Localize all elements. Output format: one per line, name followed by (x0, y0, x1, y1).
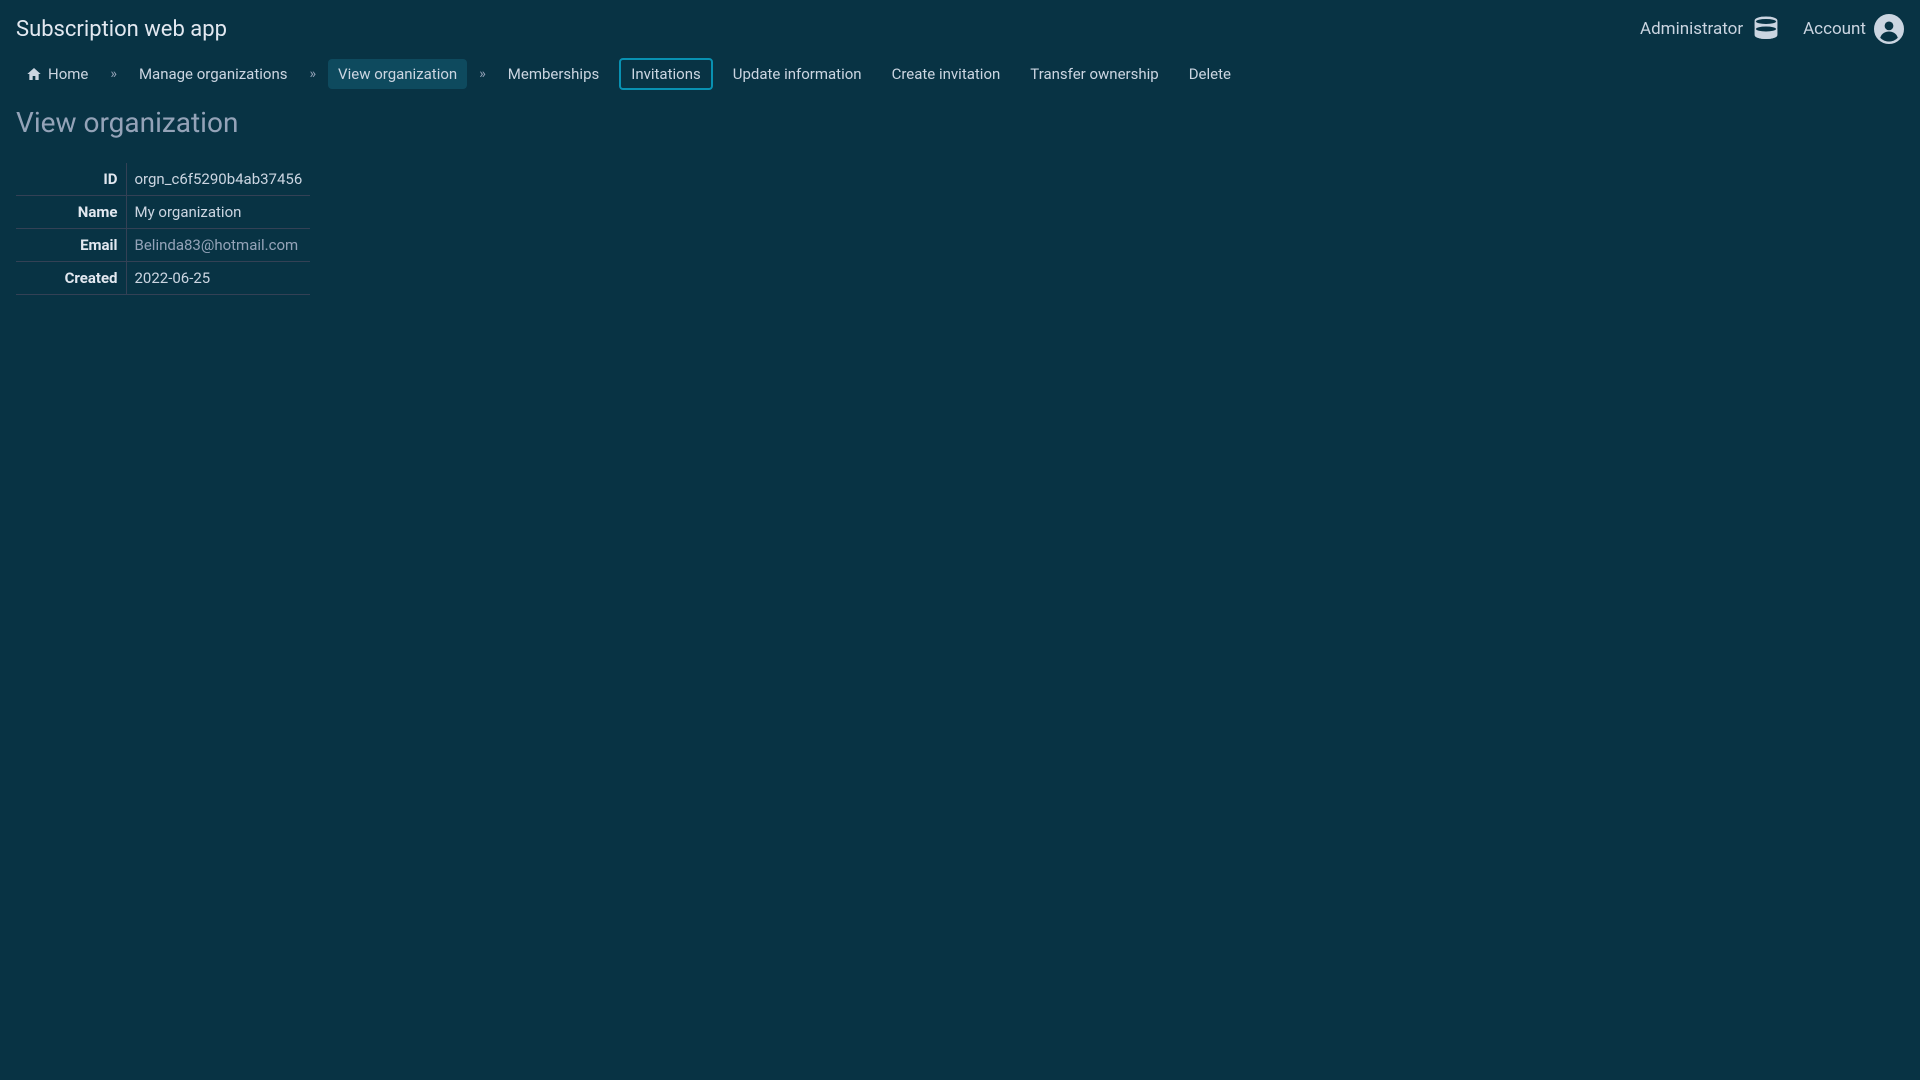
nav-transfer-ownership-label: Transfer ownership (1030, 65, 1158, 83)
detail-label-created: Created (16, 262, 126, 295)
breadcrumb-separator: » (477, 66, 488, 82)
header: Subscription web app Administrator Accou… (0, 0, 1920, 54)
detail-label-name: Name (16, 196, 126, 229)
user-circle-icon (1874, 14, 1904, 44)
nav-manage-organizations-label: Manage organizations (139, 65, 288, 83)
nav-home-label: Home (48, 65, 88, 83)
organization-details-table: ID orgn_c6f5290b4ab37456 Name My organiz… (16, 163, 310, 295)
nav-home[interactable]: Home (16, 59, 98, 89)
detail-row-created: Created 2022-06-25 (16, 262, 310, 295)
breadcrumb-separator: » (307, 66, 318, 82)
detail-row-id: ID orgn_c6f5290b4ab37456 (16, 163, 310, 196)
nav-view-organization[interactable]: View organization (328, 59, 467, 89)
nav-update-information[interactable]: Update information (723, 59, 872, 89)
nav-invitations[interactable]: Invitations (619, 58, 712, 90)
home-icon (26, 66, 42, 82)
nav-delete[interactable]: Delete (1179, 59, 1241, 89)
nav-transfer-ownership[interactable]: Transfer ownership (1020, 59, 1168, 89)
database-icon (1751, 14, 1781, 44)
detail-value-id: orgn_c6f5290b4ab37456 (126, 163, 310, 196)
nav-create-invitation[interactable]: Create invitation (882, 59, 1011, 89)
detail-value-name: My organization (126, 196, 310, 229)
app-title: Subscription web app (16, 17, 227, 42)
administrator-link[interactable]: Administrator (1640, 14, 1781, 44)
nav-bar: Home » Manage organizations » View organ… (0, 54, 1920, 100)
account-label: Account (1803, 19, 1866, 39)
nav-create-invitation-label: Create invitation (892, 65, 1001, 83)
detail-value-created: 2022-06-25 (126, 262, 310, 295)
detail-label-email: Email (16, 229, 126, 262)
nav-view-organization-label: View organization (338, 65, 457, 83)
nav-memberships[interactable]: Memberships (498, 59, 609, 89)
account-link[interactable]: Account (1803, 14, 1904, 44)
nav-invitations-label: Invitations (631, 65, 700, 83)
detail-row-email: Email Belinda83@hotmail.com (16, 229, 310, 262)
header-right: Administrator Account (1640, 14, 1904, 44)
detail-row-name: Name My organization (16, 196, 310, 229)
breadcrumb-separator: » (108, 66, 119, 82)
detail-value-email: Belinda83@hotmail.com (126, 229, 310, 262)
nav-delete-label: Delete (1189, 65, 1231, 83)
page-title: View organization (16, 106, 1904, 139)
administrator-label: Administrator (1640, 19, 1743, 39)
main-content: View organization ID orgn_c6f5290b4ab374… (0, 100, 1920, 301)
nav-manage-organizations[interactable]: Manage organizations (129, 59, 298, 89)
nav-memberships-label: Memberships (508, 65, 599, 83)
nav-update-information-label: Update information (733, 65, 862, 83)
detail-label-id: ID (16, 163, 126, 196)
